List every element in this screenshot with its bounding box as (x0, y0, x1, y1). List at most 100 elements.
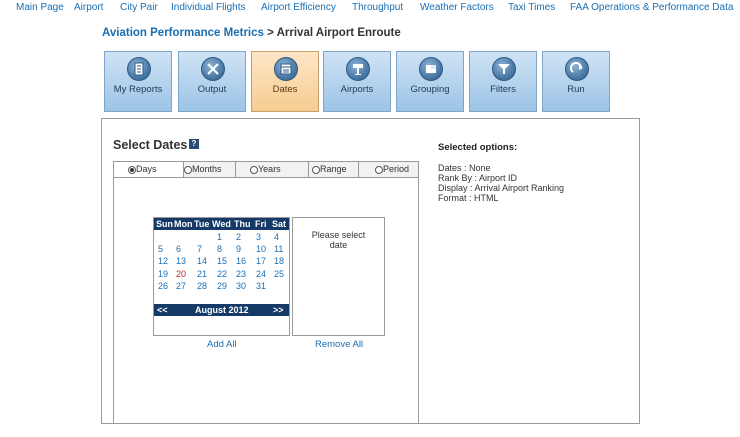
weekday-label: Sun (156, 219, 173, 229)
calendar-day[interactable]: 24 (256, 269, 266, 279)
calendar-day[interactable]: 9 (236, 244, 241, 254)
subtab-label: Range (320, 164, 347, 174)
nav-faa-operations[interactable]: FAA Operations & Performance Data (570, 2, 733, 13)
calendar-day[interactable]: 25 (274, 269, 284, 279)
selected-dates-box[interactable]: Please select date (292, 217, 385, 336)
calendar-month-label: August 2012 (195, 305, 249, 315)
radio-icon (312, 166, 320, 174)
calendar-day[interactable]: 21 (197, 269, 207, 279)
option-line: Dates : None (438, 163, 491, 173)
next-month-button[interactable]: >> (273, 305, 284, 315)
radio-icon (184, 166, 192, 174)
calendar-day[interactable]: 2 (236, 232, 241, 242)
subtab-label: Days (136, 164, 157, 174)
calendar-icon (274, 57, 298, 81)
calendar-day[interactable]: 18 (274, 256, 284, 266)
radio-icon (375, 166, 383, 174)
calendar-day[interactable]: 7 (197, 244, 202, 254)
calendar-day[interactable]: 10 (256, 244, 266, 254)
calendar-day[interactable]: 8 (217, 244, 222, 254)
nav-city-pair[interactable]: City Pair (120, 2, 158, 13)
weekday-label: Tue (194, 219, 210, 229)
calendar: Sun Mon Tue Wed Thu Fri Sat 1 2 3 4 5 6 7 8 9 10 1… (153, 217, 290, 336)
calendar-day[interactable]: 1 (217, 232, 222, 242)
nav-main-page[interactable]: Main Page (16, 2, 64, 13)
tab-label: Grouping (410, 84, 450, 95)
calendar-day[interactable]: 14 (197, 256, 207, 266)
option-line: Display : Arrival Airport Ranking (438, 183, 565, 193)
breadcrumb-separator: > (263, 27, 277, 39)
tab-label: Output (197, 84, 227, 95)
top-navigation: Main Page Airport City Pair Individual F… (0, 0, 740, 16)
selection-placeholder: Please select date (293, 230, 384, 250)
subtab-days[interactable]: Days (114, 162, 184, 177)
radio-icon (250, 166, 258, 174)
tab-label: Airports (340, 84, 374, 95)
option-line: Rank By : Airport ID (438, 173, 518, 183)
tab-airports[interactable]: Airports (323, 51, 391, 112)
calendar-day[interactable]: 15 (217, 256, 227, 266)
radio-icon (128, 166, 136, 174)
weekday-label: Sat (272, 219, 287, 229)
breadcrumb-root-link[interactable]: Aviation Performance Metrics (102, 27, 264, 39)
tab-my-reports[interactable]: My Reports (104, 51, 172, 112)
remove-all-button[interactable]: Remove All (315, 339, 363, 350)
filter-icon (492, 57, 516, 81)
subtab-years[interactable]: Years (236, 162, 309, 177)
calendar-day[interactable]: 31 (256, 281, 266, 291)
date-mode-tabs: Days Months Years Range Period (113, 161, 419, 178)
report-icon (127, 57, 151, 81)
run-icon (565, 57, 589, 81)
tab-grouping[interactable]: Grouping (396, 51, 464, 112)
calendar-day[interactable]: 20 (176, 269, 186, 279)
nav-airport[interactable]: Airport (74, 2, 103, 13)
tab-label: Filters (490, 84, 516, 95)
tab-run[interactable]: Run (542, 51, 610, 112)
subtab-range[interactable]: Range (309, 162, 359, 177)
calendar-day[interactable]: 17 (256, 256, 266, 266)
calendar-day[interactable]: 23 (236, 269, 246, 279)
nav-individual-flights[interactable]: Individual Flights (171, 2, 245, 13)
weekday-label: Fri (255, 219, 267, 229)
tab-output[interactable]: Output (178, 51, 246, 112)
subtab-period[interactable]: Period (359, 162, 418, 177)
prev-month-button[interactable]: << (157, 305, 168, 315)
subtab-label: Period (383, 164, 410, 174)
calendar-day[interactable]: 12 (158, 256, 168, 266)
calendar-day[interactable]: 19 (158, 269, 168, 279)
calendar-day[interactable]: 3 (256, 232, 261, 242)
option-line: Format : HTML (438, 193, 499, 203)
tab-dates[interactable]: Dates (251, 51, 319, 112)
calendar-day[interactable]: 30 (236, 281, 246, 291)
tab-filters[interactable]: Filters (469, 51, 537, 112)
calendar-day[interactable]: 29 (217, 281, 227, 291)
calendar-day[interactable]: 4 (274, 232, 279, 242)
subtab-months[interactable]: Months (184, 162, 236, 177)
tab-label: Run (567, 84, 585, 95)
selected-options-title: Selected options: (438, 142, 518, 153)
calendar-day[interactable]: 13 (176, 256, 186, 266)
calendar-day[interactable]: 28 (197, 281, 207, 291)
subtab-label: Years (258, 164, 281, 174)
grouping-icon (419, 57, 443, 81)
calendar-day[interactable]: 11 (274, 244, 283, 254)
tab-label: My Reports (113, 84, 163, 95)
calendar-day[interactable]: 5 (158, 244, 163, 254)
calendar-day[interactable]: 16 (236, 256, 246, 266)
breadcrumb: Aviation Performance Metrics > Arrival A… (102, 27, 401, 39)
weekday-label: Thu (234, 219, 251, 229)
calendar-weekday-header: Sun Mon Tue Wed Thu Fri Sat (154, 218, 289, 230)
weekday-label: Wed (212, 219, 231, 229)
nav-airport-efficiency[interactable]: Airport Efficiency (261, 2, 336, 13)
calendar-day[interactable]: 26 (158, 281, 168, 291)
nav-throughput[interactable]: Throughput (352, 2, 403, 13)
nav-weather-factors[interactable]: Weather Factors (420, 2, 494, 13)
tools-icon (201, 57, 225, 81)
calendar-day[interactable]: 27 (176, 281, 186, 291)
calendar-day[interactable]: 6 (176, 244, 181, 254)
calendar-day[interactable]: 22 (217, 269, 227, 279)
help-icon[interactable]: ? (189, 139, 199, 149)
add-all-button[interactable]: Add All (207, 339, 237, 350)
nav-taxi-times[interactable]: Taxi Times (508, 2, 555, 13)
selection-message: Please select date (311, 230, 366, 250)
